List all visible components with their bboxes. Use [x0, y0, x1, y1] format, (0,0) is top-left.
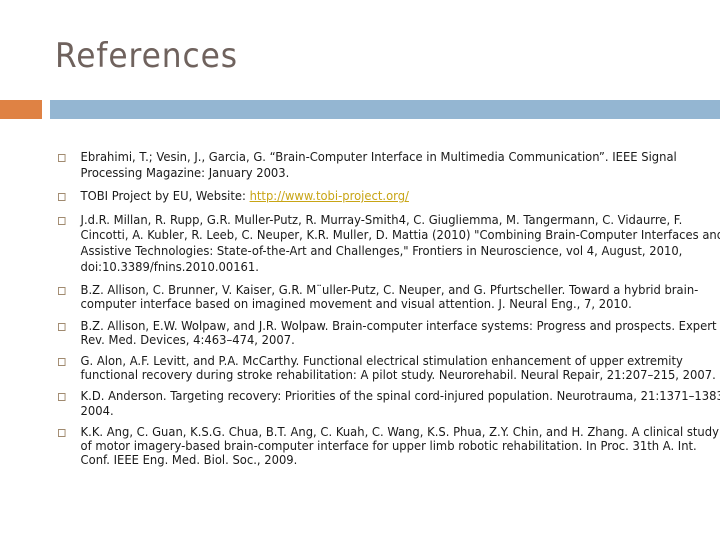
reference-item: Ebrahimi, T.; Vesin, J., Garcia, G. “Bra… [58, 150, 720, 181]
square-bullet-icon [58, 428, 66, 437]
reference-text: G. Alon, A.F. Levitt, and P.A. McCarthy.… [80, 353, 716, 383]
reference-text: TOBI Project by EU, Website: [80, 189, 250, 204]
accent-bar-orange [0, 100, 42, 119]
square-bullet-icon [58, 393, 66, 402]
square-bullet-icon [58, 357, 66, 366]
square-bullet-icon [58, 322, 66, 331]
reference-text: Ebrahimi, T.; Vesin, J., Garcia, G. “Bra… [80, 150, 677, 180]
reference-item: B.Z. Allison, C. Brunner, V. Kaiser, G.R… [58, 283, 720, 311]
reference-text: K.K. Ang, C. Guan, K.S.G. Chua, B.T. Ang… [80, 424, 719, 468]
square-bullet-icon [58, 154, 66, 162]
slide-title: References [55, 36, 239, 76]
square-bullet-icon [58, 193, 66, 202]
reference-item: J.d.R. Millan, R. Rupp, G.R. Muller-Putz… [58, 213, 720, 275]
reference-list: Ebrahimi, T.; Vesin, J., Garcia, G. “Bra… [58, 150, 720, 474]
reference-text: K.D. Anderson. Targeting recovery: Prior… [80, 389, 720, 418]
reference-item: B.Z. Allison, E.W. Wolpaw, and J.R. Wolp… [58, 319, 720, 347]
reference-item: G. Alon, A.F. Levitt, and P.A. McCarthy.… [58, 354, 720, 382]
reference-text: B.Z. Allison, C. Brunner, V. Kaiser, G.R… [80, 283, 699, 312]
reference-text: J.d.R. Millan, R. Rupp, G.R. Muller-Putz… [80, 212, 720, 274]
tobi-project-link[interactable]: http://www.tobi-project.org/ [250, 189, 409, 203]
reference-item: K.D. Anderson. Targeting recovery: Prior… [58, 389, 720, 418]
accent-bar-blue [50, 100, 720, 119]
square-bullet-icon [58, 287, 66, 296]
reference-item: TOBI Project by EU, Website: http://www.… [58, 189, 720, 205]
reference-item: K.K. Ang, C. Guan, K.S.G. Chua, B.T. Ang… [58, 425, 720, 468]
reference-text: B.Z. Allison, E.W. Wolpaw, and J.R. Wolp… [80, 318, 717, 347]
square-bullet-icon [58, 216, 66, 225]
